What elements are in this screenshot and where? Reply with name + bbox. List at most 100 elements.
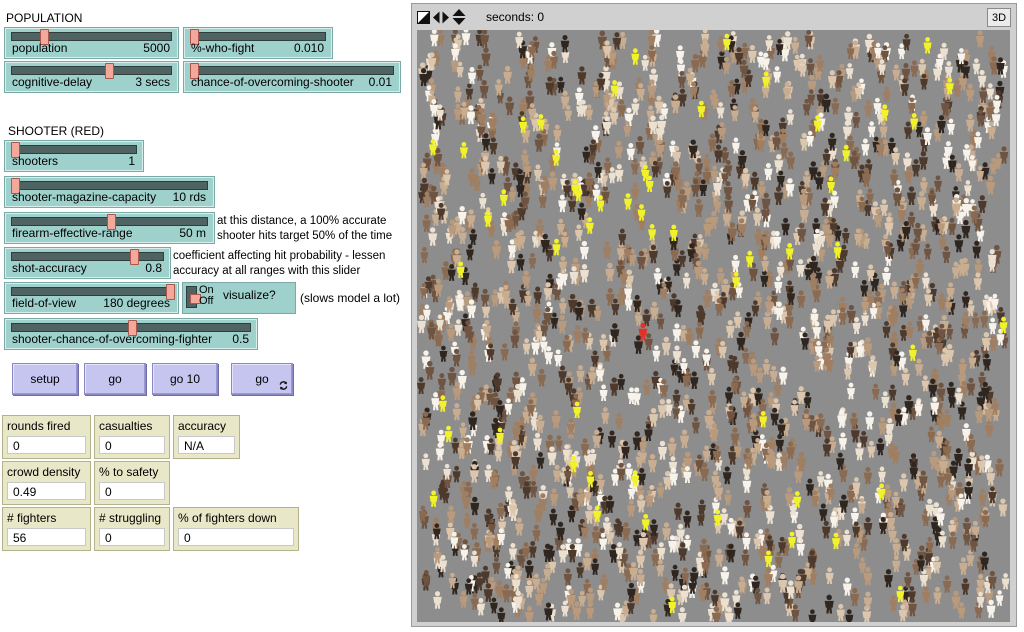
person-icon xyxy=(579,240,589,260)
monitor-label: casualties xyxy=(99,419,153,433)
person-icon xyxy=(495,580,505,599)
go-forever-button[interactable]: go xyxy=(231,363,293,395)
who-fight-slider[interactable]: %-who-fight 0.010 xyxy=(183,27,333,59)
person-icon xyxy=(876,438,885,456)
person-icon xyxy=(863,337,873,356)
person-icon xyxy=(454,319,463,336)
person-icon xyxy=(821,520,831,539)
visualize-switch[interactable]: On Off visualize? xyxy=(182,282,296,314)
person-icon xyxy=(428,227,438,246)
person-icon xyxy=(846,382,856,400)
person-icon xyxy=(908,344,917,361)
person-icon xyxy=(861,138,870,156)
person-icon xyxy=(421,453,430,471)
person-icon xyxy=(892,64,901,81)
person-icon xyxy=(846,135,855,153)
slider-label: shooter-chance-of-overcoming-fighter xyxy=(12,332,213,346)
person-icon xyxy=(563,568,573,586)
person-icon xyxy=(417,314,426,334)
person-icon xyxy=(902,33,911,51)
crowd-scene xyxy=(417,30,1010,622)
world-canvas[interactable] xyxy=(417,30,1010,622)
magazine-capacity-slider[interactable]: shooter-magazine-capacity 10 rds xyxy=(4,176,215,208)
slider-value: 3 secs xyxy=(135,75,170,89)
accuracy-note-line2: accuracy at all ranges with this slider xyxy=(173,265,361,277)
person-icon xyxy=(892,555,901,573)
person-icon xyxy=(720,566,730,585)
person-icon xyxy=(582,552,592,571)
slider-thumb[interactable] xyxy=(104,63,114,79)
person-icon xyxy=(763,587,772,605)
person-icon xyxy=(984,419,994,438)
slider-thumb[interactable] xyxy=(130,249,140,265)
person-icon xyxy=(701,243,710,260)
person-icon xyxy=(791,36,800,54)
slider-track xyxy=(190,66,394,75)
shooter-overcoming-fighter-slider[interactable]: shooter-chance-of-overcoming-fighter 0.5 xyxy=(4,318,258,350)
person-icon xyxy=(707,367,716,386)
person-icon xyxy=(465,83,474,100)
person-icon xyxy=(420,247,429,263)
person-icon xyxy=(580,263,589,283)
person-icon xyxy=(714,548,724,567)
person-icon xyxy=(780,142,789,159)
person-icon xyxy=(429,490,438,507)
forever-icon xyxy=(279,381,288,390)
arrows-vertical-icon[interactable] xyxy=(452,9,466,25)
monitor-label: crowd density xyxy=(7,465,81,479)
setup-button[interactable]: setup xyxy=(12,363,78,395)
person-icon xyxy=(591,526,600,544)
3d-button[interactable]: 3D xyxy=(987,8,1011,27)
person-icon xyxy=(558,194,567,213)
person-icon xyxy=(907,211,916,228)
slider-track xyxy=(190,32,326,41)
firearm-range-slider[interactable]: firearm-effective-range 50 m xyxy=(4,212,215,244)
overcoming-shooter-slider[interactable]: chance-of-overcoming-shooter 0.01 xyxy=(183,61,401,93)
person-icon xyxy=(639,156,648,172)
person-icon xyxy=(852,111,861,129)
slider-track xyxy=(11,145,137,154)
person-icon xyxy=(656,482,665,498)
person-icon xyxy=(561,600,569,617)
go-button[interactable]: go xyxy=(84,363,146,395)
person-icon xyxy=(947,217,957,236)
population-slider[interactable]: population 5000 xyxy=(4,27,179,59)
person-icon xyxy=(614,140,624,159)
slider-value: 0.8 xyxy=(145,261,162,275)
person-icon xyxy=(533,432,542,451)
person-icon xyxy=(827,132,837,151)
go-10-button[interactable]: go 10 xyxy=(152,363,218,395)
person-icon xyxy=(553,124,562,142)
field-of-view-slider[interactable]: field-of-view 180 degrees xyxy=(4,282,179,314)
monitor-struggling: # struggling 0 xyxy=(94,507,170,551)
person-icon xyxy=(532,303,542,322)
arrows-horizontal-icon[interactable] xyxy=(433,11,449,24)
person-icon xyxy=(899,473,909,492)
person-icon xyxy=(796,386,806,404)
accuracy-note: coefficient affecting hit probability - … xyxy=(173,249,385,279)
shot-accuracy-slider[interactable]: shot-accuracy 0.8 xyxy=(4,247,171,279)
person-icon xyxy=(624,193,632,210)
person-icon xyxy=(573,324,583,344)
cognitive-delay-slider[interactable]: cognitive-delay 3 secs xyxy=(4,61,179,93)
person-icon xyxy=(467,66,477,85)
person-icon xyxy=(733,311,742,329)
monitor-crowd-density: crowd density 0.49 xyxy=(2,461,91,505)
person-icon xyxy=(905,321,914,339)
person-icon xyxy=(966,377,976,396)
person-icon xyxy=(516,253,525,271)
monitor-value: 0 xyxy=(99,482,165,500)
person-icon xyxy=(433,591,442,609)
person-icon xyxy=(850,507,860,525)
person-icon xyxy=(879,121,888,138)
resize-icon[interactable] xyxy=(417,11,430,24)
person-icon xyxy=(576,365,585,383)
person-icon xyxy=(865,411,875,430)
person-icon xyxy=(528,252,537,269)
slider-track xyxy=(11,32,172,41)
accuracy-note-line1: coefficient affecting hit probability - … xyxy=(173,250,386,262)
person-icon xyxy=(882,266,891,286)
person-icon xyxy=(959,557,968,575)
person-icon xyxy=(556,76,565,93)
shooters-slider[interactable]: shooters 1 xyxy=(4,140,144,172)
